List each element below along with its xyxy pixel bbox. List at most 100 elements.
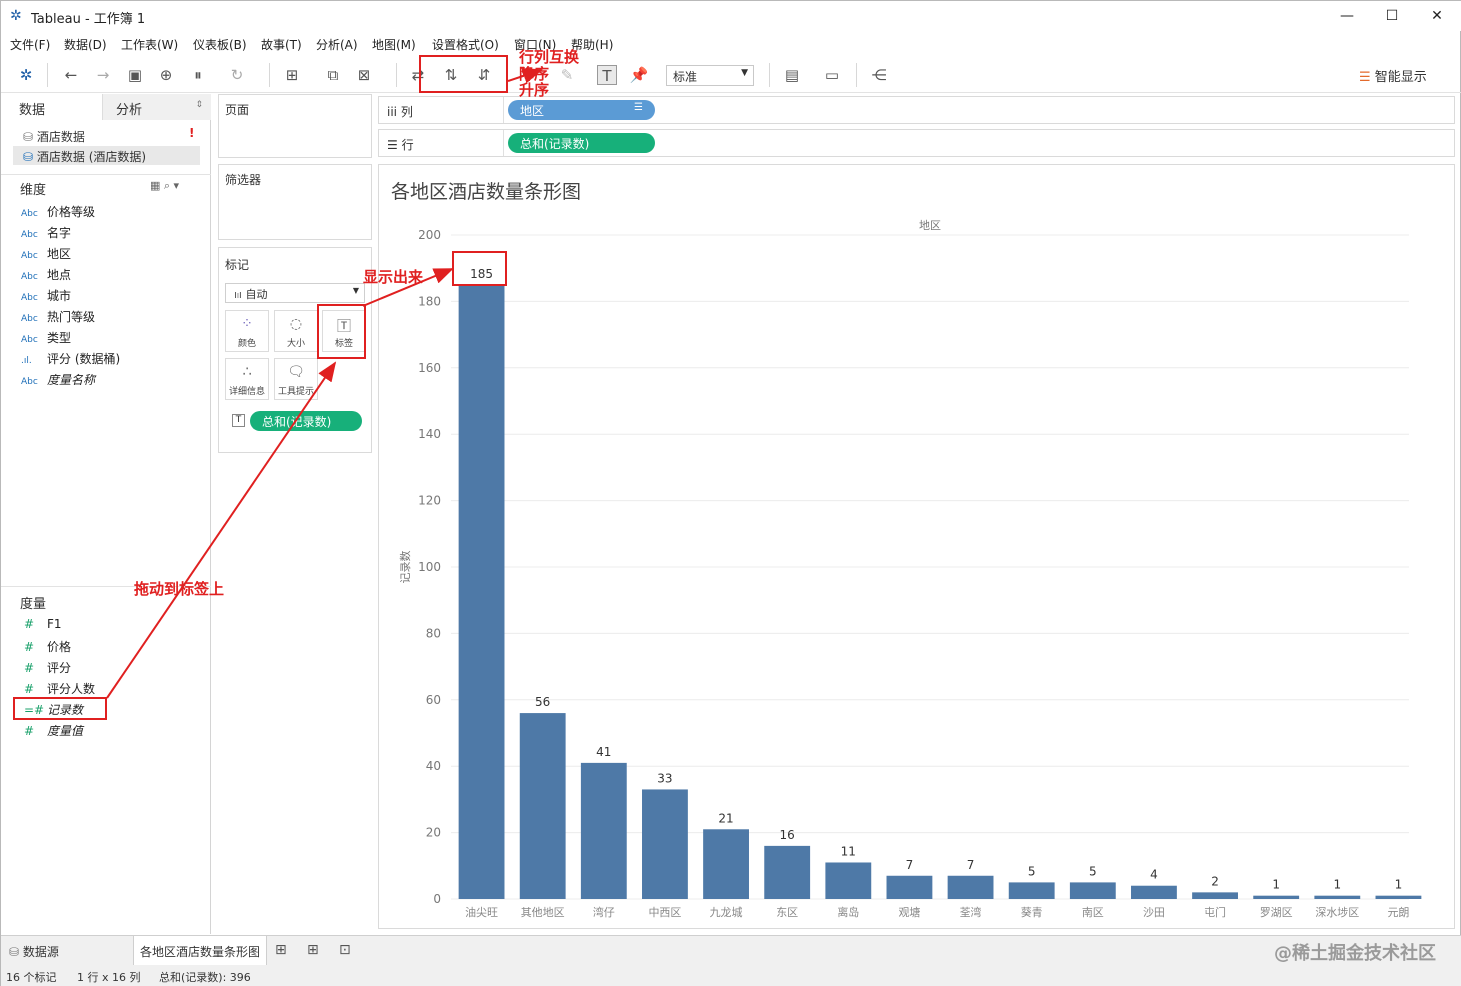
undo-icon[interactable]: ← [61, 65, 81, 85]
sheet-tab-bar: ⛁ 数据源 各地区酒店数量条形图 ⊞ ⊞ ⊡ [1, 935, 1461, 966]
size-button[interactable]: ◌ 大小 [274, 310, 318, 352]
fix-axes-icon[interactable]: 📌 [629, 65, 649, 85]
dimension-field[interactable]: Abc 热门等级 [21, 308, 95, 326]
new-datasource-icon[interactable]: ⊕ [156, 65, 176, 85]
rows-pill[interactable]: 总和(记录数) [508, 133, 655, 153]
data-label: 7 [967, 858, 975, 872]
menu-map[interactable]: 地图(M) [372, 36, 416, 53]
show-me-button[interactable]: ☰ 智能显示 [1359, 66, 1427, 85]
menu-data[interactable]: 数据(D) [64, 36, 107, 53]
bar [1314, 895, 1361, 899]
pages-card[interactable]: 页面 [218, 94, 372, 158]
annotation-box-field [13, 697, 107, 720]
x-tick-label: 罗湖区 [1260, 906, 1293, 919]
refresh-icon[interactable]: ↻ [227, 65, 247, 85]
x-tick-label: 屯门 [1204, 905, 1226, 919]
data-label: 7 [906, 858, 914, 872]
tooltip-icon: 🗨 [287, 364, 305, 380]
share-icon[interactable]: ⋲ [869, 65, 889, 85]
tab-data[interactable]: 数据 [1, 94, 102, 120]
mark-type-select[interactable]: ıₗı 自动 ▼ [225, 283, 365, 303]
measure-field[interactable]: # 评分人数 [21, 680, 95, 698]
bar [1069, 882, 1116, 899]
menu-worksheet[interactable]: 工作表(W) [121, 36, 178, 53]
measure-field[interactable]: # 评分 [21, 659, 71, 677]
title-bar: ✲ Tableau - 工作簿 1 — ☐ ✕ [1, 1, 1461, 31]
minimize-button[interactable]: — [1327, 5, 1367, 27]
tab-analysis[interactable]: 分析 ⇕ [102, 94, 211, 120]
y-tick-label: 200 [418, 228, 441, 242]
new-story-icon[interactable]: ⊡ [339, 942, 351, 958]
show-cards-icon[interactable]: ▤ [782, 65, 802, 85]
measure-field[interactable]: # 度量值 [21, 722, 83, 740]
warning-icon: ! [189, 126, 195, 140]
filters-card[interactable]: 筛选器 [218, 164, 372, 240]
presentation-mode-icon[interactable]: ▭ [822, 65, 842, 85]
bar [1192, 892, 1238, 899]
x-tick-label: 葵青 [1021, 906, 1043, 919]
measure-field[interactable]: # 价格 [21, 638, 71, 656]
data-label: 56 [535, 695, 550, 709]
dimension-field[interactable]: Abc 地区 [21, 245, 71, 263]
menu-analysis[interactable]: 分析(A) [316, 36, 358, 53]
detail-button[interactable]: ∴ 详细信息 [225, 358, 269, 400]
sheet-tab-active[interactable]: 各地区酒店数量条形图 [133, 936, 267, 966]
measure-field[interactable]: # F1 [21, 617, 62, 635]
maximize-button[interactable]: ☐ [1372, 5, 1412, 27]
menu-dashboard[interactable]: 仪表板(B) [193, 36, 247, 53]
menu-format[interactable]: 设置格式(O) [432, 36, 499, 53]
menu-file[interactable]: 文件(F) [10, 36, 50, 53]
tableau-window: ✲ Tableau - 工作簿 1 — ☐ ✕ 文件(F) 数据(D) 工作表(… [0, 0, 1461, 986]
dimension-field[interactable]: Abc 价格等级 [21, 203, 95, 221]
columns-pill[interactable]: 地区 ☰ [508, 100, 655, 120]
tableau-home-icon[interactable]: ✲ [16, 65, 36, 85]
bar [580, 762, 627, 899]
datasource-item[interactable]: ⛁ 酒店数据 [23, 128, 85, 145]
fit-select[interactable]: 标准 ▼ [666, 65, 754, 86]
bar [1131, 885, 1177, 899]
highlight-icon[interactable]: ✎ [557, 65, 577, 85]
close-button[interactable]: ✕ [1417, 5, 1457, 27]
measures-header: 度量 [20, 597, 47, 612]
datasource-item-selected[interactable]: ⛁ 酒店数据 (酒店数据) [13, 146, 200, 165]
new-worksheet-icon[interactable]: ⊞ [282, 65, 302, 85]
new-dashboard-icon[interactable]: ⊞ [307, 942, 319, 958]
dimension-field[interactable]: Abc 名字 [21, 224, 71, 242]
bar [519, 713, 566, 899]
datasource-tab[interactable]: ⛁ 数据源 [9, 943, 59, 960]
y-tick-label: 20 [426, 826, 441, 840]
dimensions-header: 维度 [20, 183, 47, 198]
menu-story[interactable]: 故事(T) [261, 36, 302, 53]
bar [764, 845, 811, 899]
annotation-show: 显示出来 [363, 268, 424, 286]
data-label: 5 [1028, 864, 1036, 878]
hash-icon: # [24, 682, 35, 696]
marks-label-pill[interactable]: 总和(记录数) [250, 411, 362, 431]
clear-sheet-icon[interactable]: ⊠ [354, 65, 374, 85]
pause-updates-icon[interactable]: ⏸ [188, 65, 208, 85]
redo-icon[interactable]: → [93, 65, 113, 85]
dimension-field[interactable]: Abc 类型 [21, 329, 71, 347]
chevron-down-icon: ▼ [741, 68, 748, 78]
tooltip-button[interactable]: 🗨 工具提示 [274, 358, 318, 400]
x-tick-label: 南区 [1082, 906, 1104, 919]
new-worksheet-icon[interactable]: ⊞ [275, 942, 287, 958]
rows-shelf: ☰ 行 总和(记录数) [378, 129, 1455, 157]
data-label: 4 [1150, 868, 1158, 882]
dimension-field[interactable]: .ıl. 评分 (数据桶) [21, 350, 120, 368]
show-mark-labels-icon[interactable]: T [597, 65, 617, 85]
save-icon[interactable]: ▣ [125, 65, 145, 85]
dimension-field[interactable]: Abc 地点 [21, 266, 71, 284]
hash-icon: # [24, 640, 35, 654]
color-button[interactable]: ⁘ 颜色 [225, 310, 269, 352]
watermark: @稀土掘金技术社区 [1274, 943, 1436, 964]
dimension-field[interactable]: Abc 度量名称 [21, 371, 95, 389]
dimension-field[interactable]: Abc 城市 [21, 287, 71, 305]
duplicate-sheet-icon[interactable]: ⧉ [323, 65, 343, 85]
sort-arrows-icon: ⇕ [195, 100, 203, 110]
x-axis-title: 地区 [919, 219, 941, 232]
view-list-icon[interactable]: ▦ ⌕ ▾ [150, 179, 179, 193]
annotation-box-label [317, 304, 366, 359]
data-label: 41 [596, 745, 611, 759]
y-tick-label: 120 [418, 494, 441, 508]
